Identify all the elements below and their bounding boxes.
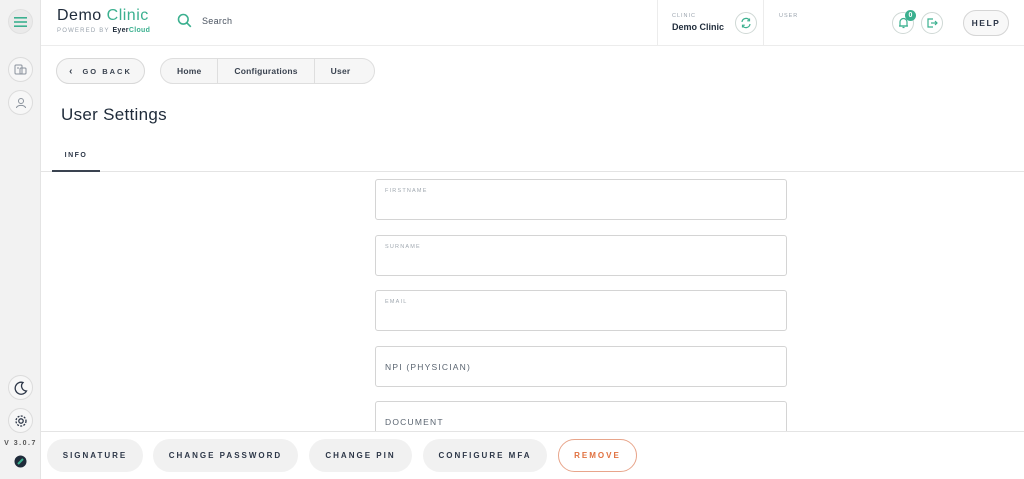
- npi-field[interactable]: NPI (PHYSICIAN): [375, 346, 787, 387]
- breadcrumb: Home Configurations User: [160, 58, 376, 84]
- document-label: DOCUMENT: [385, 417, 444, 427]
- npi-label: NPI (PHYSICIAN): [385, 362, 472, 372]
- signature-button[interactable]: SIGNATURE: [47, 439, 143, 472]
- brand-title: Demo Clinic: [57, 7, 150, 25]
- tab-bar: INFO: [41, 140, 1024, 172]
- clinic-selector[interactable]: CLINIC Demo Clinic: [657, 0, 764, 46]
- clinic-caption: CLINIC: [672, 13, 697, 19]
- sidebar: V 3.0.7: [0, 0, 41, 479]
- firstname-field[interactable]: FIRSTNAME: [375, 179, 787, 220]
- user-caption: USER: [779, 13, 799, 19]
- menu-icon: [14, 16, 27, 27]
- top-header: Demo Clinic POWERED BY EyerCloud Search …: [41, 0, 1024, 46]
- clinic-name: Demo Clinic: [672, 22, 725, 32]
- configure-mfa-button[interactable]: CONFIGURE MFA: [423, 439, 547, 472]
- breadcrumb-user[interactable]: User: [315, 59, 375, 83]
- user-nav-button[interactable]: [8, 90, 33, 115]
- change-password-button[interactable]: CHANGE PASSWORD: [153, 439, 298, 472]
- email-label: EMAIL: [385, 299, 408, 305]
- action-footer: SIGNATURE CHANGE PASSWORD CHANGE PIN CON…: [41, 431, 1024, 479]
- help-button[interactable]: HELP: [963, 10, 1009, 36]
- dark-mode-button[interactable]: [8, 375, 33, 400]
- firstname-input[interactable]: [385, 204, 775, 214]
- powered-by-label: POWERED BY: [57, 28, 110, 34]
- search-label: Search: [202, 15, 233, 26]
- version-label: V 3.0.7: [4, 440, 37, 447]
- brand-subtitle: POWERED BY EyerCloud: [57, 27, 150, 34]
- refresh-icon: [741, 17, 751, 29]
- brand-title-accent: Clinic: [106, 7, 149, 24]
- gear-icon: [14, 414, 27, 427]
- search-icon: [177, 13, 192, 28]
- surname-label: SURNAME: [385, 244, 421, 250]
- switch-clinic-button[interactable]: [735, 12, 757, 34]
- go-back-button[interactable]: ‹ GO BACK: [56, 58, 145, 84]
- product-name-b: Cloud: [128, 27, 151, 34]
- change-pin-button[interactable]: CHANGE PIN: [309, 439, 412, 472]
- page-title: User Settings: [61, 105, 167, 124]
- go-back-label: GO BACK: [82, 66, 132, 76]
- clinic-icon: [14, 64, 27, 75]
- clinic-nav-button[interactable]: [8, 57, 33, 82]
- email-input[interactable]: [385, 315, 775, 325]
- email-field[interactable]: EMAIL: [375, 290, 787, 331]
- logo-icon: [14, 455, 27, 468]
- breadcrumb-configurations[interactable]: Configurations: [218, 59, 315, 83]
- firstname-label: FIRSTNAME: [385, 188, 428, 194]
- logout-button[interactable]: [921, 12, 943, 34]
- brand[interactable]: Demo Clinic POWERED BY EyerCloud: [57, 7, 150, 34]
- menu-button[interactable]: [8, 9, 33, 34]
- notification-badge: 0: [905, 10, 916, 21]
- moon-icon: [14, 381, 28, 395]
- surname-field[interactable]: SURNAME: [375, 235, 787, 276]
- user-icon: [15, 97, 26, 108]
- product-name: EyerCloud: [112, 27, 150, 34]
- brand-title-main: Demo: [57, 7, 102, 24]
- tab-info[interactable]: INFO: [52, 140, 100, 172]
- product-name-a: Eyer: [112, 27, 129, 34]
- remove-button[interactable]: REMOVE: [558, 439, 637, 472]
- search-trigger[interactable]: Search: [177, 13, 232, 28]
- breadcrumb-home[interactable]: Home: [161, 59, 219, 83]
- surname-input[interactable]: [385, 260, 775, 270]
- chevron-left-icon: ‹: [69, 65, 75, 77]
- logout-icon: [927, 18, 938, 28]
- notifications-button[interactable]: 0: [892, 10, 916, 34]
- settings-button[interactable]: [8, 408, 33, 433]
